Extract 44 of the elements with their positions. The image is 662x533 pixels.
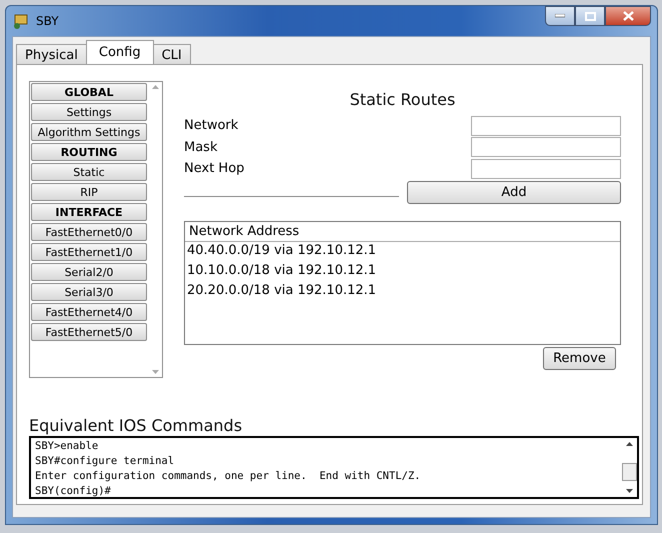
section-title: Static Routes — [348, 90, 456, 109]
section-header-button[interactable]: ROUTING — [31, 143, 147, 161]
sidebar-item[interactable]: FastEthernet0/0 — [31, 223, 147, 241]
maximize-button[interactable] — [575, 6, 605, 26]
console-line: Enter configuration commands, one per line. End with CNTL/Z. — [35, 469, 422, 484]
scroll-down-icon[interactable] — [626, 489, 632, 493]
remove-button[interactable]: Remove — [543, 346, 616, 370]
sidebar-item[interactable]: Serial2/0 — [31, 263, 147, 281]
section-header-button[interactable]: INTERFACE — [31, 203, 147, 221]
sidebar-item[interactable]: Serial3/0 — [31, 283, 147, 301]
field-label: Next Hop — [184, 161, 246, 176]
sidebar-item[interactable]: FastEthernet1/0 — [31, 243, 147, 261]
tab[interactable]: Physical — [16, 44, 87, 64]
list-item[interactable]: 20.20.0.0/18 via 192.10.12.1 — [185, 282, 620, 302]
minimize-icon — [555, 14, 565, 18]
tab[interactable]: CLI — [152, 44, 191, 64]
console-line: SBY#configure terminal — [35, 454, 176, 469]
sidebar-item[interactable]: FastEthernet4/0 — [31, 303, 147, 321]
scroll-thumb[interactable] — [622, 462, 636, 480]
window-title: SBY — [36, 14, 59, 28]
list-item[interactable]: 40.40.0.0/19 via 192.10.12.1 — [185, 242, 620, 262]
sidebar-item[interactable]: Static — [31, 163, 147, 181]
close-icon — [622, 11, 634, 21]
sidebar-item[interactable]: Settings — [31, 103, 147, 121]
column-header: Network Address — [185, 222, 620, 242]
section-title: Equivalent IOS Commands — [29, 416, 244, 435]
input-field[interactable] — [471, 158, 621, 179]
console-line: SBY>enable — [35, 439, 100, 454]
input-field[interactable] — [471, 137, 621, 158]
minimize-button[interactable] — [545, 6, 575, 26]
tab[interactable]: Config — [86, 40, 154, 64]
close-button[interactable] — [605, 6, 651, 26]
field-label: Network — [184, 118, 240, 134]
section-header-button[interactable]: GLOBAL — [31, 83, 147, 101]
add-button[interactable]: Add — [407, 180, 621, 204]
console-line: SBY(config)# — [35, 484, 112, 499]
input-field[interactable] — [471, 116, 621, 136]
maximize-icon — [584, 12, 596, 20]
sidebar-item[interactable]: Algorithm Settings — [31, 123, 147, 141]
sidebar-item[interactable]: FastEthernet5/0 — [31, 323, 147, 341]
list-item[interactable]: 10.10.0.0/18 via 192.10.12.1 — [185, 262, 620, 282]
sidebar-item[interactable]: RIP — [31, 183, 147, 201]
field-label: Mask — [184, 140, 218, 155]
scroll-up-icon[interactable] — [626, 442, 632, 446]
